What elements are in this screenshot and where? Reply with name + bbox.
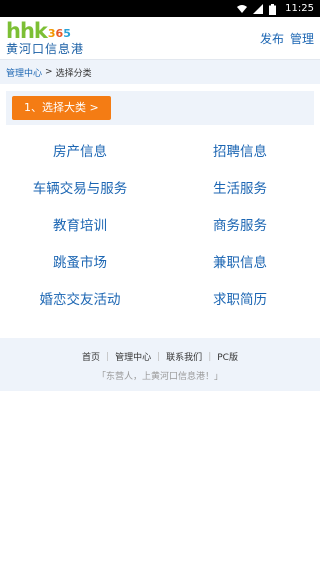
category-jobs[interactable]: 招聘信息	[160, 131, 320, 168]
footer-divider: |	[208, 351, 212, 362]
category-education[interactable]: 教育培训	[0, 205, 160, 242]
footer-pc-link[interactable]: PC版	[217, 350, 238, 363]
signal-icon	[253, 3, 264, 14]
category-business-services[interactable]: 商务服务	[160, 205, 320, 242]
footer-home-link[interactable]: 首页	[82, 350, 100, 363]
wifi-icon	[237, 4, 248, 14]
footer-divider: |	[157, 351, 161, 362]
step-bar: 1、选择大类 >	[6, 91, 314, 125]
footer-divider: |	[106, 351, 110, 362]
category-dating[interactable]: 婚恋交友活动	[0, 279, 160, 316]
footer-slogan: 「东营人，上黄河口信息港！」	[96, 372, 223, 382]
site-header: hhk 365 黄河口信息港 发布 管理	[0, 17, 320, 60]
category-part-time[interactable]: 兼职信息	[160, 242, 320, 279]
status-bar: 11:25	[0, 0, 320, 17]
breadcrumb: 管理中心 > 选择分类	[0, 60, 320, 84]
manage-link[interactable]: 管理	[290, 30, 314, 47]
footer-manage-link[interactable]: 管理中心	[115, 350, 151, 363]
site-logo[interactable]: hhk 365 黄河口信息港	[6, 19, 85, 56]
battery-icon	[269, 3, 279, 15]
category-flea-market[interactable]: 跳蚤市场	[0, 242, 160, 279]
logo-hhk-text: hhk	[6, 19, 48, 43]
select-category-step-button[interactable]: 1、选择大类 >	[12, 96, 111, 120]
category-life-services[interactable]: 生活服务	[160, 168, 320, 205]
header-links: 发布 管理	[260, 30, 314, 47]
breadcrumb-current: 选择分类	[55, 68, 92, 79]
category-grid: 房产信息 招聘信息 车辆交易与服务 生活服务 教育培训 商务服务 跳蚤市场 兼职…	[0, 131, 320, 316]
footer-links: 首页 | 管理中心 | 联系我们 | PC版	[0, 350, 320, 364]
breadcrumb-home-link[interactable]: 管理中心	[6, 66, 42, 79]
publish-link[interactable]: 发布	[260, 30, 284, 47]
footer-contact-link[interactable]: 联系我们	[166, 350, 202, 363]
status-time: 11:25	[285, 3, 314, 14]
category-vehicles[interactable]: 车辆交易与服务	[0, 168, 160, 205]
category-real-estate[interactable]: 房产信息	[0, 131, 160, 168]
site-footer: 首页 | 管理中心 | 联系我们 | PC版 「东营人，上黄河口信息港！」	[0, 338, 320, 391]
breadcrumb-separator: >	[45, 67, 53, 77]
logo-site-name: 黄河口信息港	[6, 42, 85, 56]
category-resumes[interactable]: 求职简历	[160, 279, 320, 316]
logo-365-text: 365	[47, 27, 71, 40]
